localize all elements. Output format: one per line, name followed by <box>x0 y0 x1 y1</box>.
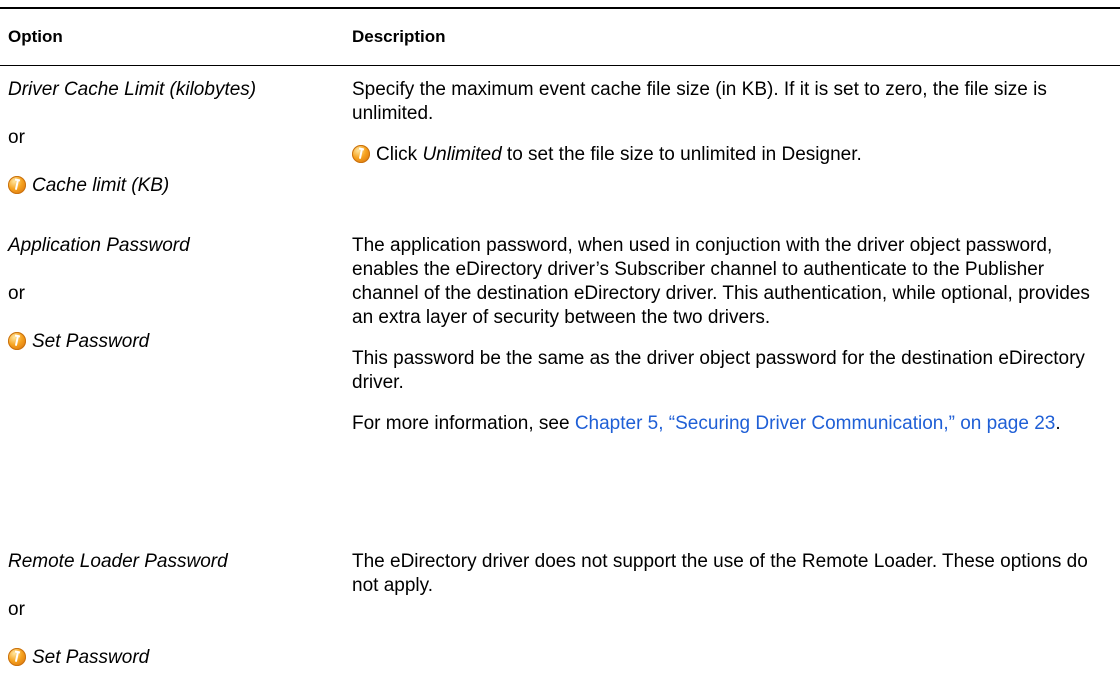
designer-icon <box>8 648 26 666</box>
option-name: Driver Cache Limit (kilobytes) <box>8 79 257 100</box>
option-cell: Remote Loader Password or Set Password <box>0 538 340 698</box>
chapter-5-link[interactable]: Chapter 5, “Securing Driver Communicatio… <box>575 413 1056 434</box>
table-row: Application Password or Set Password The… <box>0 222 1120 538</box>
option-cell: Driver Cache Limit (kilobytes) or Cache … <box>0 66 340 222</box>
description-text: Specify the maximum event cache file siz… <box>352 79 1047 124</box>
option-designer-line: Set Password <box>8 646 340 670</box>
option-designer-name: Cache limit (KB) <box>32 175 170 196</box>
option-designer-name: Set Password <box>32 647 150 668</box>
description-text: The application password, when used in c… <box>352 235 1090 328</box>
description-designer-note: Click Unlimited to set the file size to … <box>352 143 1106 167</box>
option-designer-line: Set Password <box>8 330 340 354</box>
option-name: Application Password <box>8 235 190 256</box>
table-row: Driver Cache Limit (kilobytes) or Cache … <box>0 66 1120 222</box>
table-header-row: Option Description <box>0 9 1120 66</box>
unlimited-option: Unlimited <box>422 144 502 165</box>
designer-icon <box>8 176 26 194</box>
designer-icon <box>8 332 26 350</box>
option-or: or <box>8 127 25 148</box>
description-reference: For more information, see Chapter 5, “Se… <box>352 413 1061 434</box>
description-text: This password be the same as the driver … <box>352 348 1085 393</box>
description-cell: The application password, when used in c… <box>340 222 1120 538</box>
designer-icon <box>352 145 370 163</box>
option-designer-name: Set Password <box>32 331 150 352</box>
description-text: The eDirectory driver does not support t… <box>352 551 1088 596</box>
description-cell: Specify the maximum event cache file siz… <box>340 66 1120 222</box>
table-row: Remote Loader Password or Set Password T… <box>0 538 1120 698</box>
option-or: or <box>8 283 25 304</box>
header-option: Option <box>8 27 63 46</box>
option-cell: Application Password or Set Password <box>0 222 340 538</box>
description-cell: The eDirectory driver does not support t… <box>340 538 1120 698</box>
option-or: or <box>8 599 25 620</box>
option-designer-line: Cache limit (KB) <box>8 174 340 198</box>
option-name: Remote Loader Password <box>8 551 228 572</box>
header-description: Description <box>352 27 446 46</box>
options-table: Option Description Driver Cache Limit (k… <box>0 7 1120 698</box>
